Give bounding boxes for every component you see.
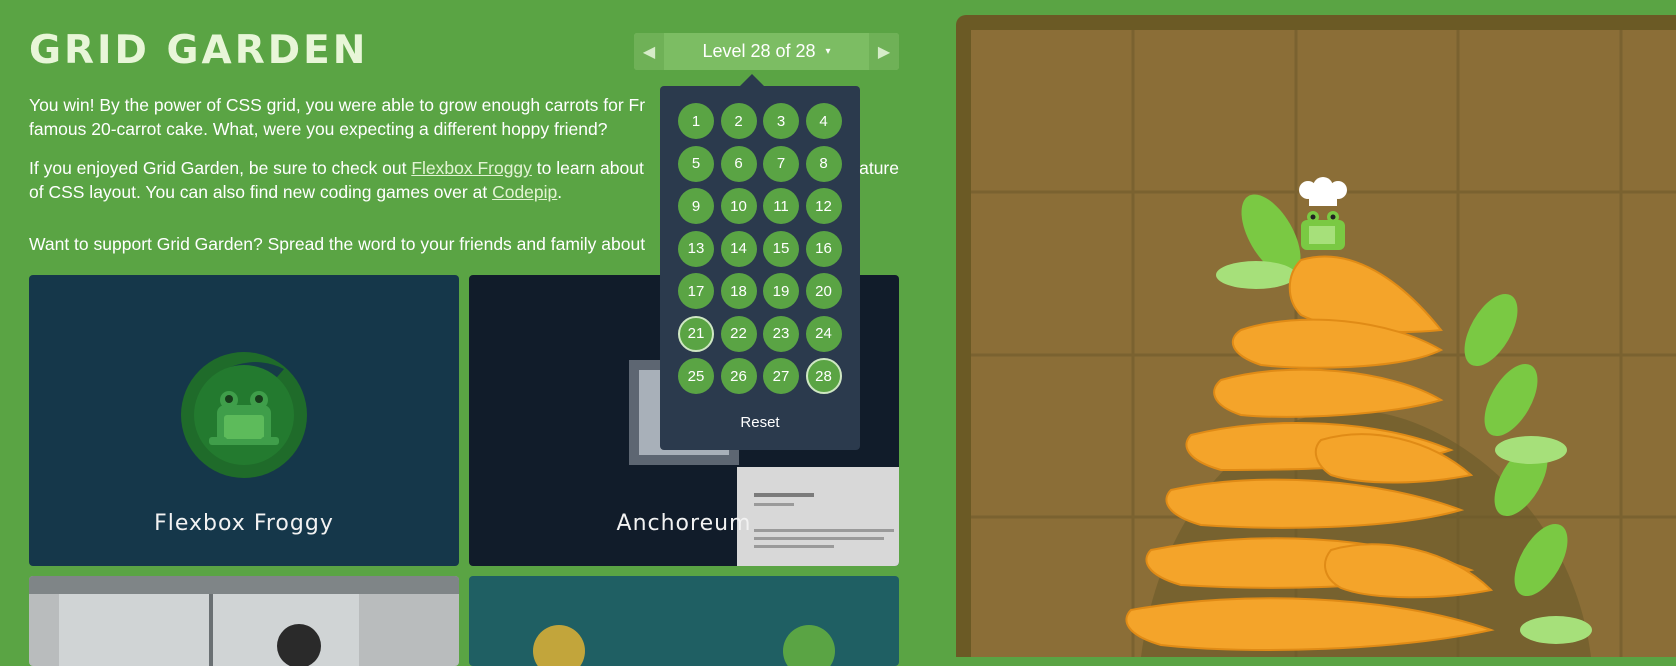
level-button-10[interactable]: 10 [720,188,757,224]
garden-soil [971,30,1676,657]
level-button-11[interactable]: 11 [763,188,799,224]
level-button-28[interactable]: 28 [805,358,842,394]
promo-text-a: If you enjoyed Grid Garden, be sure to c… [29,158,412,178]
level-button-4[interactable]: 4 [805,103,842,139]
level-button-14[interactable]: 14 [720,230,757,267]
promo-text-e: . [557,182,563,202]
level-button-18[interactable]: 18 [720,273,757,309]
level-button-8[interactable]: 8 [805,145,842,182]
game-card-4-art-icon [533,625,835,666]
level-button-5[interactable]: 5 [678,145,714,182]
level-button-20[interactable]: 20 [805,273,842,309]
flexbox-froggy-card[interactable]: Flexbox Froggy [29,275,459,566]
level-button-12[interactable]: 12 [805,188,842,224]
next-level-arrow-icon[interactable]: ▶ [869,33,899,70]
promo-text-c: ature [859,158,899,178]
level-indicator[interactable]: Level 28 of 28 ▾ [664,33,869,70]
promo-text-d: of CSS layout. You can also find new cod… [29,182,493,202]
level-dropdown: 1 2 3 4 5 6 7 8 9 10 11 12 13 14 15 16 17 18 19 20 21 22 23 24 2… [660,74,860,450]
win-text-line2: famous 20-carrot cake. What, were you ex… [29,119,608,139]
promo-text-b: to learn about [531,158,644,178]
level-button-23[interactable]: 23 [763,315,799,352]
flexbox-froggy-link[interactable]: Flexbox Froggy [411,158,532,178]
garden-board [956,15,1676,657]
level-button-21[interactable]: 21 [678,315,714,352]
game-card-3[interactable] [29,576,459,666]
level-button-16[interactable]: 16 [805,230,842,267]
caret-down-icon: ▾ [825,46,831,57]
level-button-1[interactable]: 1 [678,103,714,139]
level-button-7[interactable]: 7 [763,145,799,182]
level-button-9[interactable]: 9 [678,188,714,224]
level-button-27[interactable]: 27 [763,358,799,394]
level-button-3[interactable]: 3 [763,103,799,139]
reset-button[interactable]: Reset [660,414,860,431]
level-button-24[interactable]: 24 [805,315,842,352]
level-indicator-label: Level 28 of 28 [702,41,816,61]
flexbox-froggy-title: Flexbox Froggy [154,511,334,536]
level-navigator: ◀ Level 28 of 28 ▾ ▶ [634,33,899,70]
level-button-22[interactable]: 22 [720,315,757,352]
level-button-25[interactable]: 25 [678,358,714,394]
level-button-6[interactable]: 6 [720,145,757,182]
level-button-19[interactable]: 19 [763,273,799,309]
level-button-13[interactable]: 13 [678,230,714,267]
level-button-2[interactable]: 2 [720,103,757,139]
carrot-pile-illustration-icon [971,30,1676,657]
codepip-link[interactable]: Codepip [492,182,557,202]
win-text-line1: You win! By the power of CSS grid, you w… [29,95,646,115]
previous-level-arrow-icon[interactable]: ◀ [634,33,664,70]
level-button-15[interactable]: 15 [763,230,799,267]
level-button-17[interactable]: 17 [678,273,714,309]
page-title: GRID GARDEN [29,28,369,73]
anchoreum-title: Anchoreum [616,511,752,536]
level-button-26[interactable]: 26 [720,358,757,394]
room-illustration-icon [29,576,459,666]
game-card-4[interactable] [469,576,899,666]
